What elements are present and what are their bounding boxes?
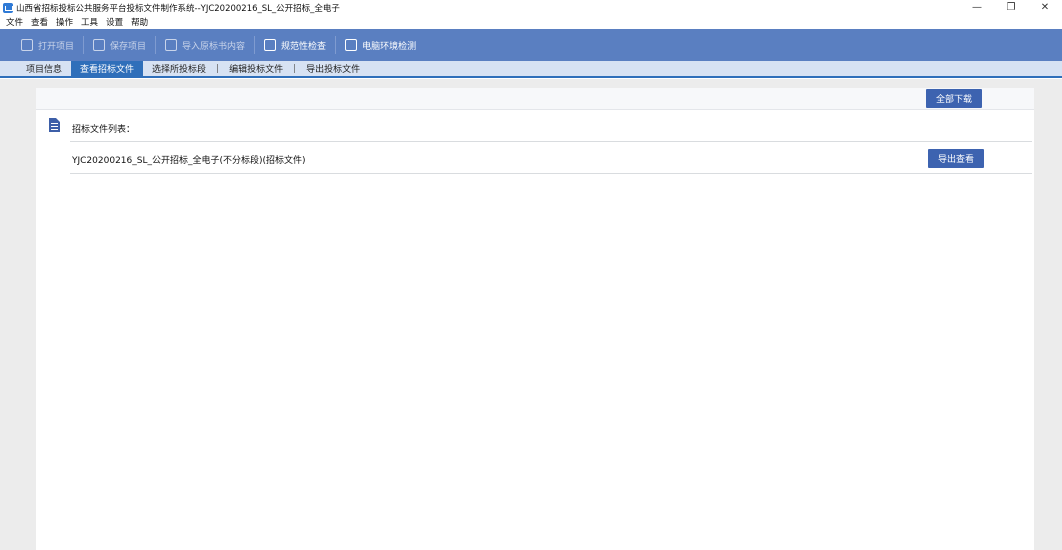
window-title: 山西省招标投标公共服务平台投标文件制作系统--YJC20200216_SL_公开… <box>16 3 340 14</box>
env-check-label: 电脑环境检测 <box>362 41 417 52</box>
compliance-check-label: 规范性检查 <box>281 41 327 52</box>
toolbar: 打开项目 保存项目 导入原标书内容 规范性检查 电脑环境检测 <box>0 29 1062 61</box>
work-area: 全部下载 招标文件列表： YJC20200216_SL_公开招标_全电子(不分标… <box>0 79 1062 550</box>
divider <box>70 141 1032 142</box>
tab-export-bid-docs[interactable]: 导出投标文件 <box>297 61 369 76</box>
export-view-button[interactable]: 导出查看 <box>928 149 984 168</box>
menu-settings[interactable]: 设置 <box>106 16 123 28</box>
open-project-label: 打开项目 <box>38 41 75 52</box>
tab-select-lots[interactable]: 选择所投标段 <box>143 61 215 76</box>
save-project-label: 保存项目 <box>110 41 147 52</box>
menu-tools[interactable]: 工具 <box>81 16 98 28</box>
toolbar-divider <box>254 36 256 54</box>
save-icon <box>93 39 106 51</box>
toolbar-divider <box>155 36 157 54</box>
content-panel: 全部下载 招标文件列表： YJC20200216_SL_公开招标_全电子(不分标… <box>36 88 1034 550</box>
toolbar-divider <box>83 36 85 54</box>
app-icon <box>3 2 13 13</box>
menu-bar: 文件 查看 操作 工具 设置 帮助 <box>0 15 1062 28</box>
download-all-button[interactable]: 全部下载 <box>926 89 982 108</box>
divider <box>70 173 1032 174</box>
document-check-icon <box>264 39 277 51</box>
menu-view[interactable]: 查看 <box>31 16 48 28</box>
save-project-button[interactable]: 保存项目 <box>88 35 151 55</box>
window-controls: — ❐ ✕ <box>960 0 1062 15</box>
document-icon <box>49 118 60 132</box>
import-content-label: 导入原标书内容 <box>182 41 246 52</box>
tab-strip: 项目信息 查看招标文件 选择所投标段 | 编辑投标文件 | 导出投标文件 <box>0 61 1062 78</box>
close-icon[interactable]: ✕ <box>1028 0 1062 15</box>
env-check-button[interactable]: 电脑环境检测 <box>340 35 421 55</box>
open-folder-icon <box>21 39 33 51</box>
menu-file[interactable]: 文件 <box>6 16 23 28</box>
import-content-button[interactable]: 导入原标书内容 <box>160 35 250 55</box>
tab-separator: | <box>216 63 220 74</box>
tab-project-info[interactable]: 项目信息 <box>17 61 71 76</box>
title-bar: 山西省招标投标公共服务平台投标文件制作系统--YJC20200216_SL_公开… <box>0 0 1062 15</box>
maximize-icon[interactable]: ❐ <box>994 0 1028 15</box>
file-name: YJC20200216_SL_公开招标_全电子(不分标段)(招标文件) <box>72 156 306 166</box>
open-project-button[interactable]: 打开项目 <box>16 35 79 55</box>
tab-edit-bid-docs[interactable]: 编辑投标文件 <box>220 61 292 76</box>
toolbar-divider <box>335 36 337 54</box>
compliance-check-button[interactable]: 规范性检查 <box>259 35 331 55</box>
tab-view-tender-docs[interactable]: 查看招标文件 <box>71 61 144 76</box>
tab-separator: | <box>293 63 297 74</box>
file-list-label: 招标文件列表： <box>72 125 136 135</box>
panel-header <box>36 88 1034 110</box>
minimize-icon[interactable]: — <box>960 0 994 15</box>
menu-help[interactable]: 帮助 <box>131 16 148 28</box>
monitor-icon <box>345 39 358 51</box>
menu-operate[interactable]: 操作 <box>56 16 73 28</box>
import-icon <box>165 39 178 51</box>
